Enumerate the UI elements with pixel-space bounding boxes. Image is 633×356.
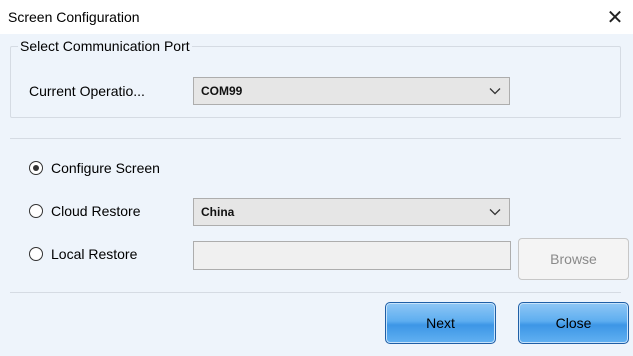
local-file-path-input[interactable] — [193, 241, 511, 270]
cloud-restore-label: Cloud Restore — [51, 203, 141, 219]
screen-configuration-dialog: Screen Configuration ✕ Select Communicat… — [0, 0, 633, 356]
close-icon: ✕ — [606, 6, 624, 29]
section-divider — [10, 138, 621, 139]
current-operation-dropdown[interactable]: COM99 — [193, 77, 510, 105]
browse-label: Browse — [550, 251, 597, 267]
configure-screen-label: Configure Screen — [51, 160, 160, 176]
cloud-region-value: China — [201, 205, 235, 219]
browse-button[interactable]: Browse — [518, 238, 629, 280]
configure-screen-radio[interactable] — [29, 161, 43, 175]
window-title: Screen Configuration — [8, 9, 140, 25]
close-window-button[interactable]: ✕ — [599, 4, 631, 30]
local-restore-option[interactable]: Local Restore — [29, 245, 137, 263]
close-button[interactable]: Close — [518, 302, 629, 344]
current-operation-value: COM99 — [201, 84, 243, 98]
next-label: Next — [426, 315, 455, 331]
cloud-region-dropdown[interactable]: China — [193, 198, 510, 226]
cloud-restore-radio[interactable] — [29, 204, 43, 218]
close-label: Close — [555, 315, 592, 331]
cloud-restore-option[interactable]: Cloud Restore — [29, 202, 141, 220]
next-button[interactable]: Next — [385, 302, 496, 344]
footer-divider — [10, 292, 621, 293]
configure-screen-option[interactable]: Configure Screen — [29, 159, 160, 177]
title-bar: Screen Configuration ✕ — [0, 0, 633, 34]
chevron-down-icon — [489, 209, 501, 216]
communication-port-legend: Select Communication Port — [18, 37, 192, 55]
local-restore-radio[interactable] — [29, 247, 43, 261]
current-operation-label: Current Operatio... — [29, 83, 145, 99]
local-restore-label: Local Restore — [51, 246, 138, 262]
chevron-down-icon — [489, 88, 501, 95]
